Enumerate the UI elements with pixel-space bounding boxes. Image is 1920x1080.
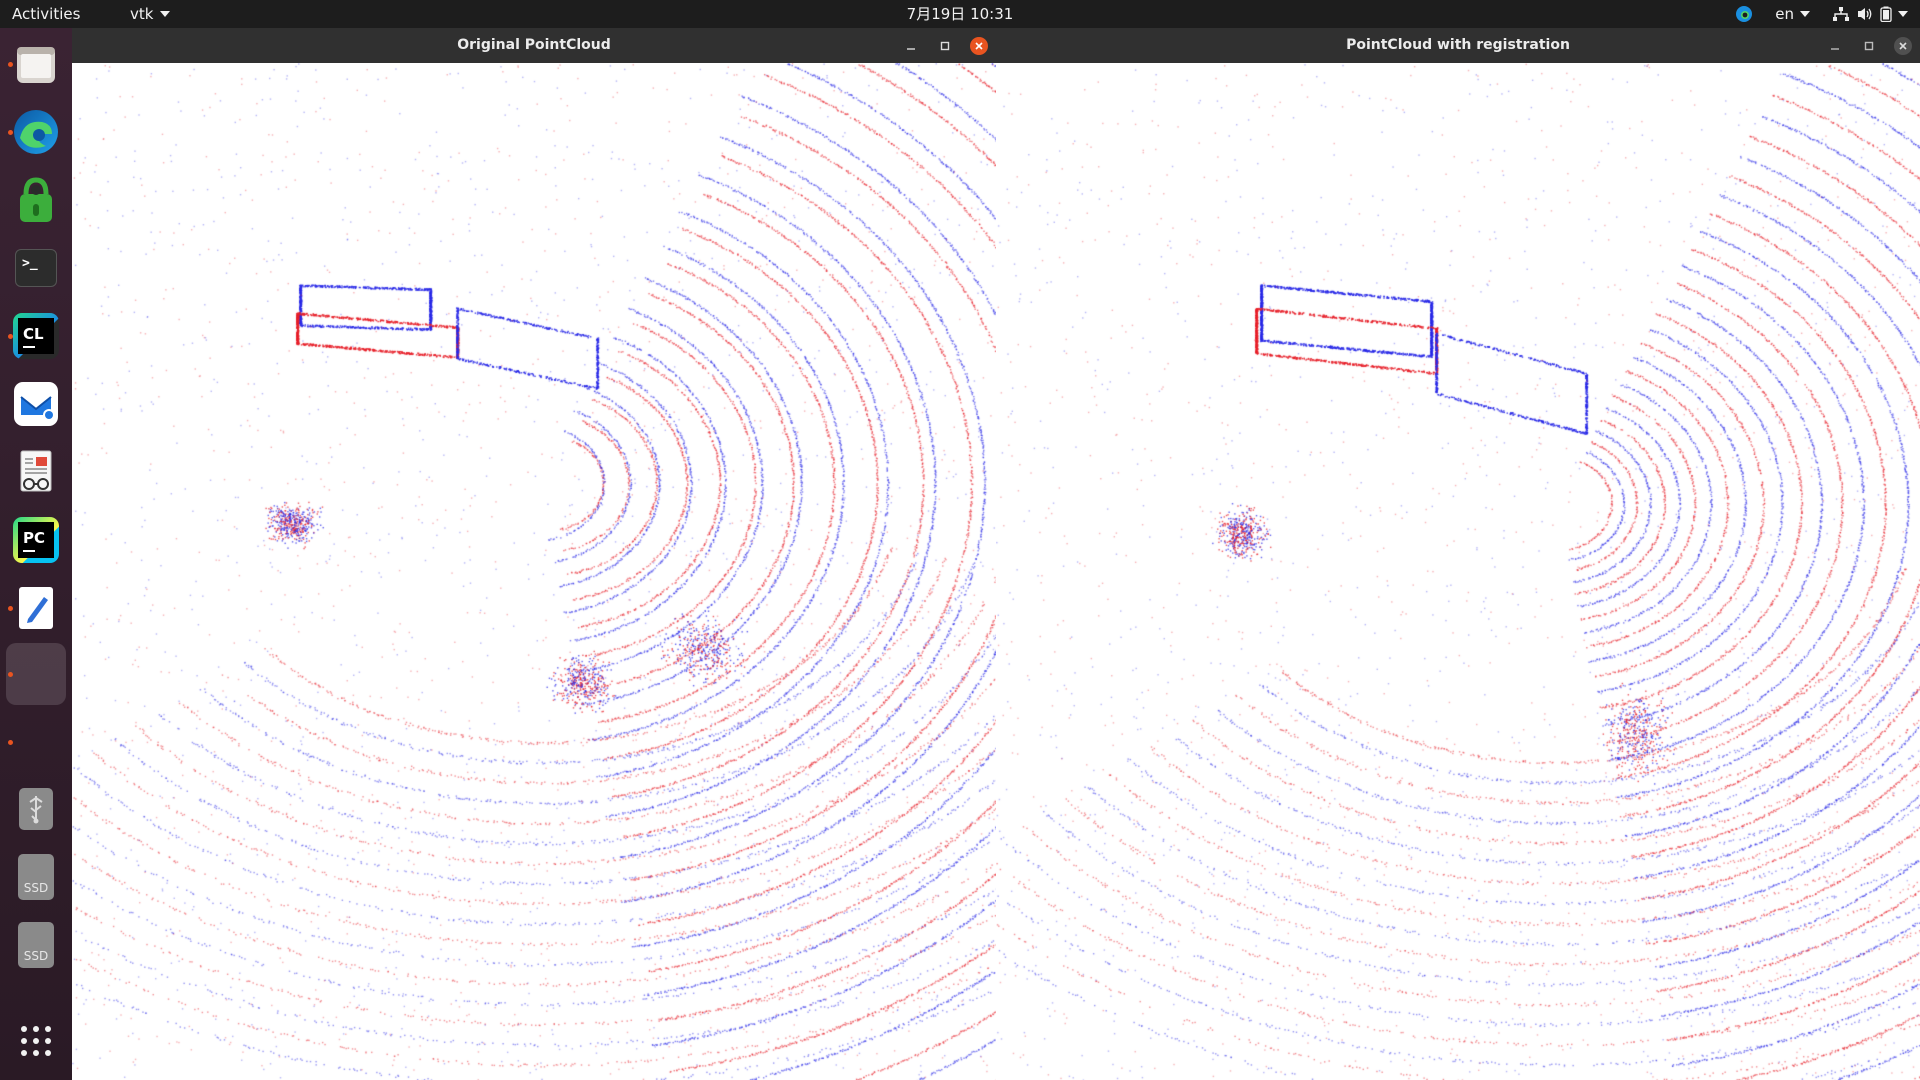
document-viewer-icon bbox=[20, 450, 52, 492]
chevron-down-icon bbox=[1898, 11, 1908, 17]
dock-item-ssd-2[interactable]: SSD bbox=[6, 914, 66, 976]
dock-item-vpn[interactable] bbox=[6, 169, 66, 231]
running-indicator bbox=[8, 62, 13, 67]
top-bar: Activities vtk 7月19日 10:31 en bbox=[0, 0, 1920, 28]
maximize-icon bbox=[940, 41, 950, 50]
language-label: en bbox=[1775, 5, 1794, 23]
window-original-pointcloud: Original PointCloud bbox=[72, 28, 996, 1080]
ssd-drive-icon: SSD bbox=[18, 922, 54, 968]
running-indicator bbox=[8, 672, 13, 677]
titlebar[interactable]: Original PointCloud bbox=[72, 28, 996, 63]
pointcloud-viewport[interactable] bbox=[996, 63, 1920, 1080]
clion-icon-label: CL bbox=[23, 324, 44, 343]
ssd-label: SSD bbox=[23, 949, 49, 963]
close-button[interactable] bbox=[970, 36, 988, 55]
minimize-button[interactable] bbox=[902, 37, 920, 55]
dock-item-files[interactable] bbox=[6, 33, 66, 95]
pycharm-icon: PC bbox=[13, 517, 59, 563]
ssd-drive-icon: SSD bbox=[18, 854, 54, 900]
dock-item-terminal[interactable]: >_ bbox=[6, 237, 66, 299]
running-indicator bbox=[8, 334, 13, 339]
close-icon bbox=[975, 41, 983, 50]
ssd-label: SSD bbox=[23, 881, 49, 895]
running-indicator bbox=[8, 740, 13, 745]
hidden-app-icon bbox=[16, 722, 56, 762]
folder-icon bbox=[17, 47, 55, 83]
window-controls bbox=[902, 28, 988, 63]
show-applications-button[interactable] bbox=[6, 1010, 66, 1072]
network-icon bbox=[1833, 7, 1849, 21]
maximize-icon bbox=[1864, 41, 1874, 50]
dock-item-ssd-1[interactable]: SSD bbox=[6, 846, 66, 908]
dock-item-mail[interactable] bbox=[6, 373, 66, 435]
edge-tray-icon[interactable] bbox=[1735, 5, 1753, 23]
clion-icon: CL bbox=[13, 313, 59, 359]
minimize-icon bbox=[907, 47, 915, 50]
language-selector[interactable]: en bbox=[1775, 5, 1810, 23]
clock[interactable]: 7月19日 10:31 bbox=[907, 5, 1014, 23]
window-title: PointCloud with registration bbox=[1346, 37, 1570, 53]
chevron-down-icon bbox=[160, 11, 171, 17]
close-icon bbox=[1899, 41, 1907, 50]
dock-item-clion[interactable]: CL bbox=[6, 305, 66, 367]
pointcloud-render[interactable] bbox=[996, 63, 1920, 1080]
dock-item-pycharm[interactable]: PC bbox=[6, 509, 66, 571]
dock-item-usb[interactable] bbox=[6, 778, 66, 840]
dock-item-edge[interactable] bbox=[6, 101, 66, 163]
dock-item-vtk-window[interactable] bbox=[6, 643, 66, 705]
running-indicator bbox=[8, 130, 13, 135]
mail-client-icon bbox=[14, 382, 58, 426]
usb-drive-icon bbox=[19, 788, 53, 830]
system-tray: en bbox=[1735, 0, 1908, 28]
private-internet-access-icon bbox=[20, 177, 52, 222]
close-button[interactable] bbox=[1894, 36, 1912, 55]
terminal-icon: >_ bbox=[15, 249, 57, 287]
maximize-button[interactable] bbox=[936, 37, 954, 55]
minimize-icon bbox=[1831, 47, 1839, 50]
dock-item-text-editor[interactable] bbox=[6, 577, 66, 639]
window-pointcloud-registration: PointCloud with registration bbox=[996, 28, 1920, 1080]
app-grid-icon bbox=[21, 1026, 51, 1056]
app-menu-label: vtk bbox=[130, 5, 154, 23]
battery-icon bbox=[1880, 6, 1892, 22]
dock-item-document-viewer[interactable] bbox=[6, 441, 66, 503]
running-indicator bbox=[8, 606, 13, 611]
activities-button[interactable]: Activities bbox=[12, 0, 80, 28]
text-editor-icon bbox=[19, 587, 53, 629]
titlebar[interactable]: PointCloud with registration bbox=[996, 28, 1920, 63]
dock-item-unnamed[interactable] bbox=[6, 711, 66, 773]
terminal-icon-label: >_ bbox=[22, 256, 38, 271]
chevron-down-icon bbox=[1800, 11, 1810, 17]
pointcloud-render[interactable] bbox=[72, 63, 996, 1080]
app-menu[interactable]: vtk bbox=[130, 0, 171, 28]
minimize-button[interactable] bbox=[1826, 37, 1844, 55]
window-controls bbox=[1826, 28, 1912, 63]
maximize-button[interactable] bbox=[1860, 37, 1878, 55]
edge-browser-icon bbox=[14, 110, 58, 154]
pointcloud-viewport[interactable] bbox=[72, 63, 996, 1080]
status-menu[interactable] bbox=[1832, 6, 1908, 22]
window-title: Original PointCloud bbox=[457, 37, 611, 53]
dock: >_ CL PC SSD SSD bbox=[0, 28, 72, 1080]
clock-container: 7月19日 10:31 bbox=[0, 0, 1920, 28]
vtk-window-icon bbox=[16, 654, 56, 694]
pycharm-icon-label: PC bbox=[23, 528, 46, 547]
volume-icon bbox=[1858, 8, 1872, 20]
